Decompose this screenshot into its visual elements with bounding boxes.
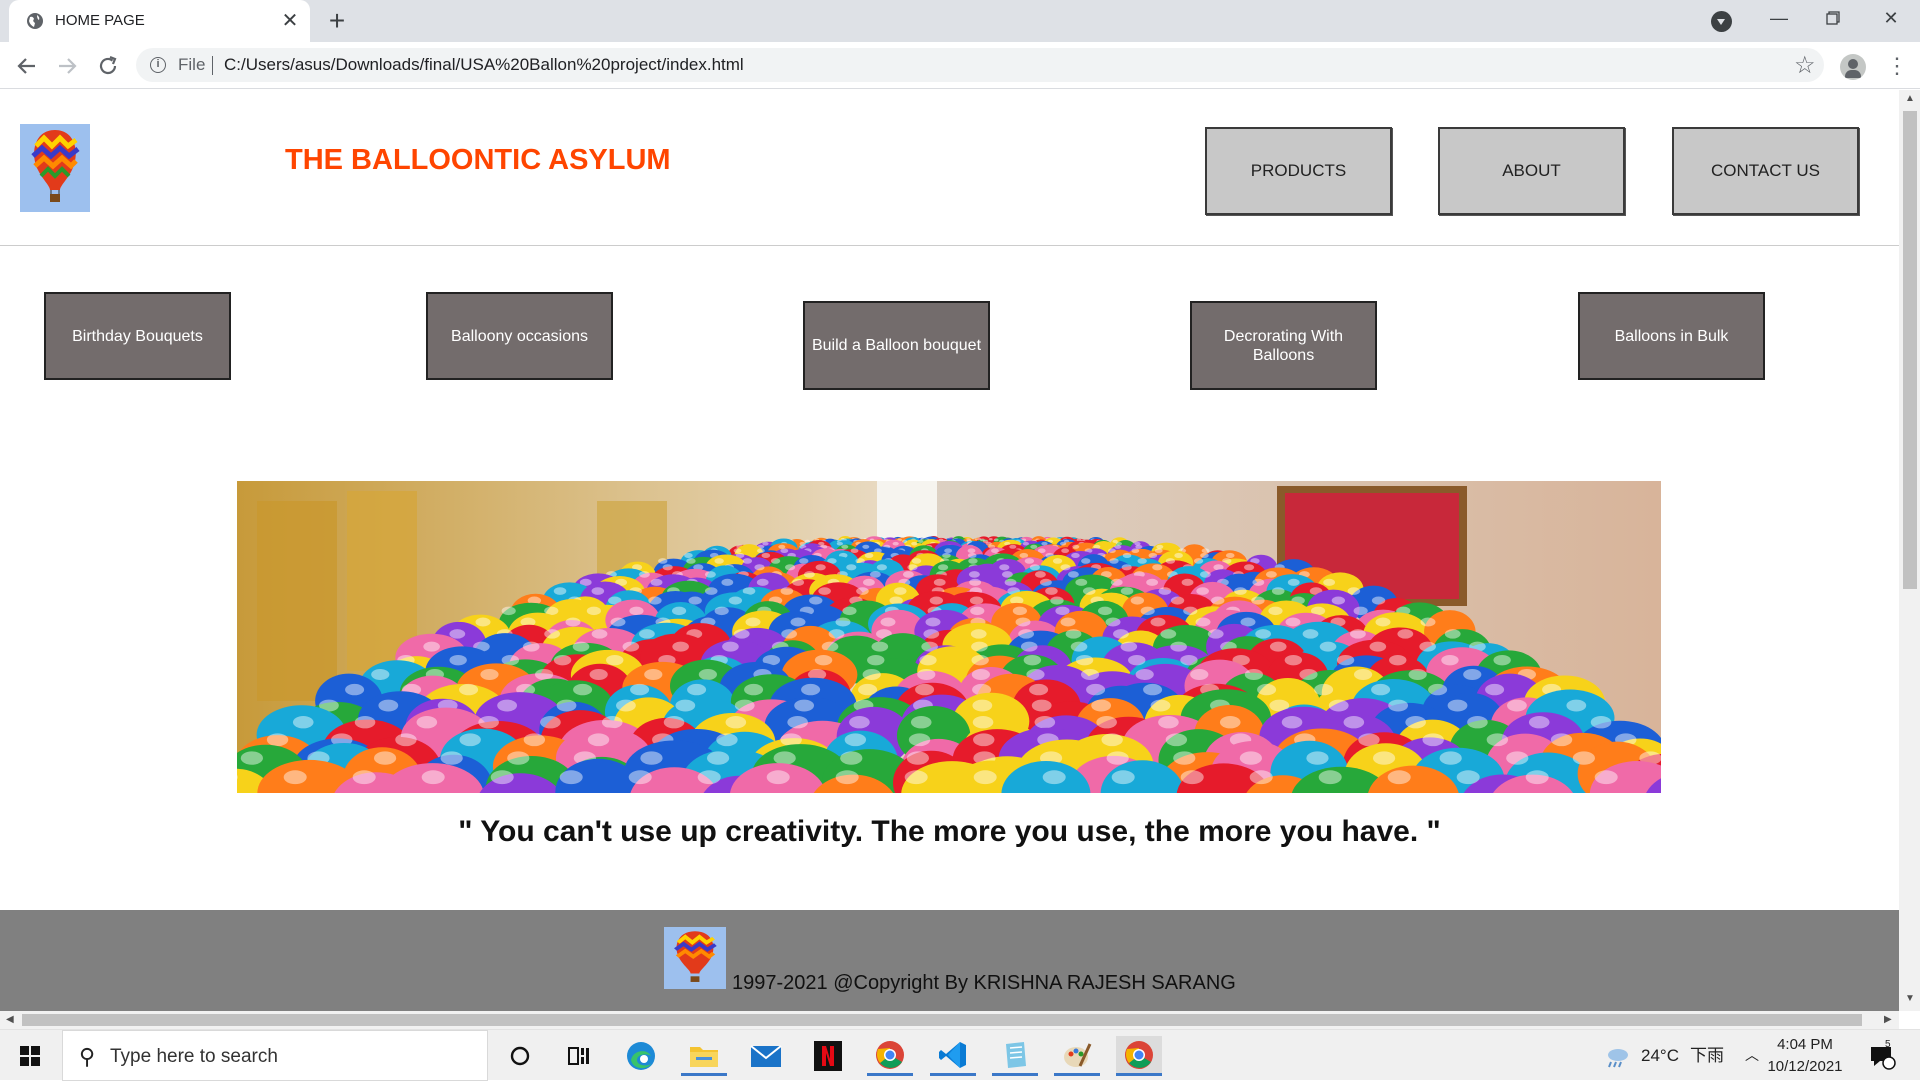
restore-button[interactable] [1806,0,1860,36]
browser-tab-strip: HOME PAGE ✕ + — ✕ [0,0,1920,42]
quote-text: " You can't use up creativity. The more … [458,815,1441,848]
search-placeholder: Type here to search [110,1046,278,1067]
address-scheme-label: File [178,55,206,74]
hero-balloons-image [237,481,1661,793]
nav-products-button[interactable]: PRODUCTS [1205,127,1392,215]
task-view-icon[interactable] [556,1036,602,1076]
notepad-icon[interactable] [992,1036,1038,1076]
nav-about-button[interactable]: ABOUT [1438,127,1625,215]
tab-search-icon[interactable] [1711,11,1732,32]
windows-taskbar: ⚲ Type here to search 24°C 下雨 ︿ 4:04 PM … [0,1029,1920,1081]
category-balloony-occasions-button[interactable]: Balloony occasions [426,292,613,380]
address-separator [212,56,213,75]
taskbar-clock[interactable]: 4:04 PM 10/12/2021 [1760,1034,1850,1078]
chrome-active-icon[interactable] [1116,1036,1162,1076]
scroll-left-arrow-icon[interactable]: ◀ [6,1014,14,1025]
site-logo[interactable] [20,124,90,212]
nav-contact-button[interactable]: CONTACT US [1672,127,1859,215]
notification-icon[interactable]: 5 [1868,1030,1896,1081]
vscode-icon[interactable] [930,1036,976,1076]
minimize-button[interactable]: — [1752,0,1806,36]
info-icon[interactable]: i [150,57,166,73]
category-decorating-button[interactable]: Decrorating With Balloons [1190,301,1377,390]
notification-count: 5 [1885,1039,1891,1050]
profile-avatar-icon[interactable] [1840,54,1866,80]
weather-temp[interactable]: 24°C [1641,1030,1679,1081]
header-divider [0,245,1899,246]
tab-title: HOME PAGE [55,12,145,29]
search-icon: ⚲ [79,1044,96,1069]
weather-desc[interactable]: 下雨 [1690,1030,1724,1081]
footer: 1997-2021 @Copyright By KRISHNA RAJESH S… [0,910,1899,1011]
edge-icon[interactable] [618,1036,664,1076]
browser-toolbar: i File C:/Users/asus/Downloads/final/USA… [0,42,1920,89]
site-title: THE BALLOONTIC ASYLUM [285,144,671,176]
mail-icon[interactable] [743,1036,789,1076]
footer-logo [664,927,726,989]
category-birthday-bouquets-button[interactable]: Birthday Bouquets [44,292,231,380]
scroll-down-arrow-icon[interactable]: ▼ [1905,993,1915,1004]
vertical-scrollbar[interactable]: ▲ ▼ [1899,90,1920,1011]
cortana-icon[interactable] [497,1036,543,1076]
copyright-text: 1997-2021 @Copyright By KRISHNA RAJESH S… [732,972,1236,994]
new-tab-button[interactable]: + [324,7,350,35]
scroll-right-arrow-icon[interactable]: ▶ [1884,1014,1892,1025]
category-balloons-bulk-button[interactable]: Balloons in Bulk [1578,292,1765,380]
address-bar[interactable]: i File C:/Users/asus/Downloads/final/USA… [136,48,1824,82]
globe-icon [27,13,43,29]
weather-icon[interactable] [1604,1030,1630,1081]
horizontal-scroll-thumb[interactable] [22,1014,1862,1026]
browser-menu-icon[interactable]: ⋮ [1886,52,1908,80]
reload-icon[interactable] [94,52,122,80]
page-viewport: THE BALLOONTIC ASYLUM PRODUCTS ABOUT CON… [0,90,1899,1011]
clock-date: 10/12/2021 [1767,1058,1843,1075]
back-icon[interactable] [13,52,41,80]
paint-icon[interactable] [1054,1036,1100,1076]
tray-chevron-icon[interactable]: ︿ [1745,1030,1759,1081]
netflix-icon[interactable] [805,1036,851,1076]
address-url[interactable]: C:/Users/asus/Downloads/final/USA%20Ball… [224,55,744,75]
file-explorer-icon[interactable] [681,1036,727,1076]
scroll-up-arrow-icon[interactable]: ▲ [1905,93,1915,104]
category-build-bouquet-button[interactable]: Build a Balloon bouquet [803,301,990,390]
horizontal-scrollbar[interactable]: ◀ ▶ [0,1011,1899,1029]
tab-close-icon[interactable]: ✕ [280,11,300,31]
taskbar-search-box[interactable]: ⚲ Type here to search [62,1030,488,1081]
chrome-icon[interactable] [867,1036,913,1076]
vertical-scroll-thumb[interactable] [1903,111,1917,589]
clock-time: 4:04 PM [1777,1036,1833,1053]
bookmark-star-icon[interactable]: ☆ [1794,51,1816,80]
close-window-button[interactable]: ✕ [1864,0,1918,36]
forward-icon[interactable] [53,52,81,80]
windows-start-icon[interactable] [20,1046,40,1066]
browser-tab[interactable]: HOME PAGE ✕ [9,0,310,42]
